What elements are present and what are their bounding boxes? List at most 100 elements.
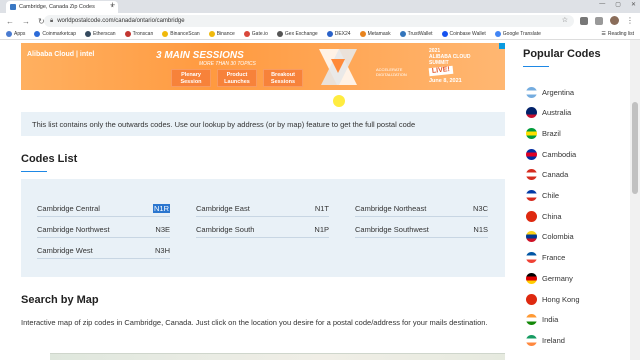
url-text[interactable]: worldpostalcode.com/canada/ontario/cambr… (57, 18, 184, 24)
interactive-map[interactable] (50, 353, 505, 360)
popular-country-link[interactable]: France (526, 251, 565, 265)
code-area-name[interactable]: Cambridge Central (37, 204, 100, 213)
bookmark-item[interactable]: Gex Exchange (276, 31, 318, 37)
lock-icon[interactable]: 🔒︎ (50, 18, 53, 25)
popular-country-link[interactable]: Hong Kong (526, 292, 580, 306)
popular-country-link[interactable]: Colombia (526, 230, 574, 244)
code-area-name[interactable]: Cambridge South (196, 225, 254, 234)
outward-codes-notice: This list contains only the outwards cod… (21, 112, 505, 136)
code-entry[interactable]: Cambridge Northwest N3E (37, 222, 170, 238)
country-name[interactable]: China (542, 212, 562, 221)
menu-kebab-icon[interactable]: ⋮ (626, 16, 634, 25)
bookmark-item[interactable]: Binance (208, 31, 235, 37)
code-entry[interactable]: Cambridge South N1P (196, 222, 329, 238)
popular-country-link[interactable]: Germany (526, 271, 573, 285)
page-scrollbar[interactable] (630, 40, 640, 360)
bookmark-label: DEX24 (334, 31, 351, 37)
bookmark-item[interactable]: Google Translate (494, 31, 541, 37)
bookmark-item[interactable]: BinanceScan (162, 31, 200, 37)
ad-brand: Alibaba Cloud | intel (27, 51, 95, 58)
country-name[interactable]: Argentina (542, 88, 574, 97)
site-favicon-icon (10, 4, 16, 10)
postal-code[interactable]: N1T (315, 204, 329, 213)
browser-tab-bar: Cambridge, Canada Zip Codes × + — ▢ ✕ (0, 0, 640, 13)
country-name[interactable]: Hong Kong (542, 295, 580, 304)
codes-list-heading: Codes List (21, 153, 77, 172)
ad-summit-block: 2021 ALIBABA CLOUD SUMMIT LIVE! June 8, … (428, 48, 501, 86)
bookmark-item[interactable]: Metamask (359, 31, 391, 37)
puzzle-extensions-icon[interactable] (595, 16, 603, 25)
search-by-map-title: Search by Map (21, 294, 99, 306)
country-name[interactable]: Brazil (542, 129, 561, 138)
bookmark-star-icon[interactable]: ☆ (562, 16, 568, 24)
country-name[interactable]: Canada (542, 170, 568, 179)
postal-code[interactable]: N3C (473, 204, 488, 213)
popular-country-link[interactable]: Cambodia (526, 147, 576, 161)
reading-list-button[interactable]: ☰ Reading list (601, 31, 634, 37)
country-flag-icon (526, 272, 537, 284)
bookmark-favicon-icon (359, 31, 366, 37)
code-area-name[interactable]: Cambridge East (196, 204, 250, 213)
code-entry[interactable]: Cambridge East N1T (196, 201, 329, 217)
postal-code[interactable]: N1R (152, 204, 170, 213)
ad-banner[interactable]: Alibaba Cloud | intel 3 MAIN SESSIONS MO… (21, 43, 505, 90)
popular-country-link[interactable]: China (526, 209, 562, 223)
popular-country-link[interactable]: Chile (526, 189, 559, 203)
url-omnibox[interactable]: 🔒︎ worldpostalcode.com/canada/ontario/ca… (44, 15, 574, 27)
ad-summit-date: June 8, 2021 (429, 78, 462, 84)
country-name[interactable]: Australia (542, 108, 571, 117)
country-flag-icon (526, 334, 537, 346)
bookmark-item[interactable]: Tronscan (124, 31, 153, 37)
bookmark-item[interactable]: Coinbase Wallet (441, 31, 486, 37)
popular-country-link[interactable]: Canada (526, 168, 568, 182)
window-close-icon[interactable]: ✕ (631, 1, 636, 8)
scrollbar-thumb[interactable] (632, 102, 638, 194)
bookmark-item[interactable]: Coinmarketcap (34, 31, 76, 37)
bookmarks-bar: Apps Coinmarketcap Etherscan Tronscan Binanc… (0, 29, 640, 40)
country-flag-icon (526, 148, 537, 160)
code-entry[interactable]: Cambridge Southwest N1S (355, 222, 488, 238)
country-name[interactable]: France (542, 253, 565, 262)
postal-code[interactable]: N3H (155, 246, 170, 255)
code-area-name[interactable]: Cambridge Southwest (355, 225, 429, 234)
popular-codes-heading: Popular Codes (523, 48, 601, 67)
bookmark-item[interactable]: TrustWallet (399, 31, 433, 37)
extension-icon[interactable] (580, 16, 588, 25)
postal-code[interactable]: N3E (155, 225, 170, 234)
back-icon[interactable]: ← (6, 17, 14, 26)
country-name[interactable]: Chile (542, 191, 559, 200)
country-name[interactable]: India (542, 315, 558, 324)
code-entry[interactable]: Cambridge Northeast N3C (355, 201, 488, 217)
bookmark-item[interactable]: DEX24 (326, 31, 351, 37)
country-name[interactable]: Cambodia (542, 150, 576, 159)
country-flag-icon (526, 107, 537, 119)
popular-country-link[interactable]: Brazil (526, 126, 561, 140)
bookmark-item[interactable]: Apps (6, 31, 25, 37)
maximize-icon[interactable]: ▢ (615, 1, 621, 8)
popular-country-link[interactable]: Argentina (526, 85, 574, 99)
postal-code[interactable]: N1S (473, 225, 488, 234)
code-entry[interactable]: Cambridge West N3H (37, 243, 170, 259)
browser-tab[interactable]: Cambridge, Canada Zip Codes × (6, 1, 118, 13)
country-name[interactable]: Colombia (542, 232, 574, 241)
bookmark-item[interactable]: Gate.io (243, 31, 268, 37)
toolbar-extensions: ⋮ (580, 16, 634, 25)
popular-country-link[interactable]: Australia (526, 106, 571, 120)
forward-icon[interactable]: → (22, 17, 30, 26)
bookmark-label: Metamask (367, 31, 391, 37)
profile-avatar[interactable] (610, 16, 619, 25)
code-area-name[interactable]: Cambridge West (37, 246, 93, 255)
code-entry[interactable]: Cambridge Central N1R (37, 201, 170, 217)
country-name[interactable]: Germany (542, 274, 573, 283)
popular-country-link[interactable]: India (526, 313, 558, 327)
bookmark-item[interactable]: Etherscan (85, 31, 116, 37)
minimize-icon[interactable]: — (599, 1, 605, 8)
country-name[interactable]: Ireland (542, 336, 565, 345)
adchoices-icon[interactable] (499, 43, 505, 49)
code-area-name[interactable]: Cambridge Northwest (37, 225, 110, 234)
code-area-name[interactable]: Cambridge Northeast (355, 204, 426, 213)
new-tab-button[interactable]: + (110, 0, 115, 10)
search-by-map-heading: Search by Map (21, 294, 99, 306)
popular-country-link[interactable]: Ireland (526, 333, 565, 347)
postal-code[interactable]: N1P (314, 225, 329, 234)
